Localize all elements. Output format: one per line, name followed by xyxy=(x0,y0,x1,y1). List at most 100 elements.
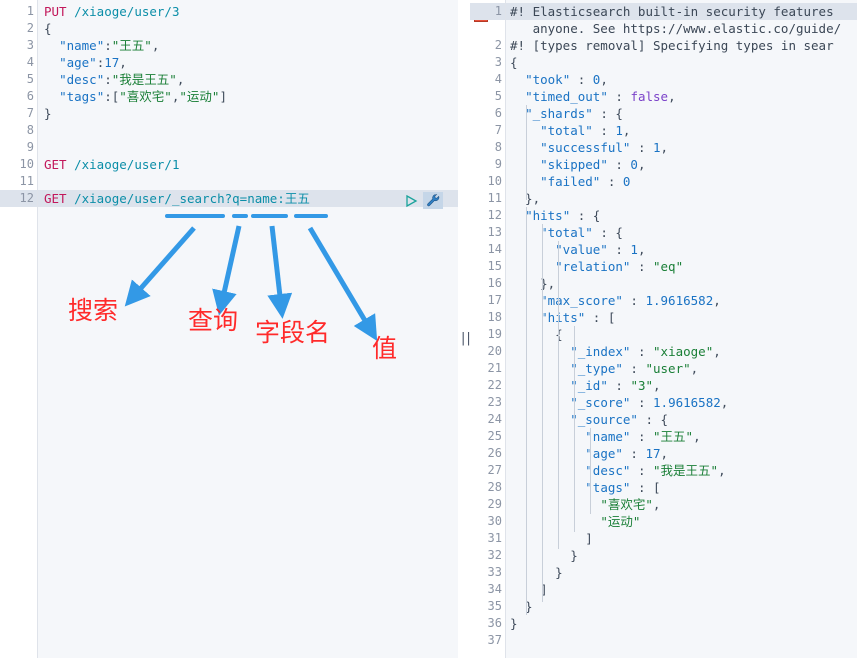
code-token: : xyxy=(607,242,631,257)
code-token: "successful" xyxy=(540,140,631,155)
code-line[interactable] xyxy=(38,173,458,190)
request-options-wrench-icon[interactable] xyxy=(423,192,443,209)
code-line[interactable] xyxy=(506,632,857,649)
code-line[interactable]: "successful" : 1, xyxy=(506,139,857,156)
line-number: 28▾ xyxy=(470,479,512,496)
code-token: "value" xyxy=(555,242,608,257)
line-number: 11▴ xyxy=(470,190,512,207)
request-code-area[interactable]: PUT /xiaoge/user/3{ "name":"王五", "age":1… xyxy=(38,0,458,658)
code-token: "运动" xyxy=(179,89,220,104)
code-token: ] xyxy=(510,531,593,546)
code-line[interactable] xyxy=(38,139,458,156)
line-number: 34▴ xyxy=(470,581,512,598)
line-number: 7▴ xyxy=(0,105,45,122)
code-token: : xyxy=(592,123,616,138)
code-line[interactable]: anyone. See https://www.elastic.co/guide… xyxy=(506,20,857,37)
code-token: { xyxy=(44,21,52,36)
response-gutter[interactable]: ✖ 123▾456▾7891011▴12▾13▾141516▴1718▾19▾2… xyxy=(470,0,512,658)
code-token: : { xyxy=(592,106,623,121)
code-line[interactable]: "total" : { xyxy=(506,224,857,241)
code-token: "喜欢宅" xyxy=(600,497,653,512)
request-gutter[interactable]: 1 2▾3 4 5 6 7▴8 9 10 11 12 xyxy=(0,0,45,658)
code-line[interactable]: "hits" : { xyxy=(506,207,857,224)
line-number: 25 xyxy=(487,429,502,443)
line-number: 10 xyxy=(19,157,34,171)
code-line[interactable]: #! Elasticsearch built-in security featu… xyxy=(506,3,857,20)
line-number: 24▾ xyxy=(470,411,512,428)
code-token: :[ xyxy=(104,89,120,104)
code-token: , xyxy=(637,242,646,257)
code-token: : xyxy=(630,344,654,359)
code-token: "_id" xyxy=(570,378,608,393)
code-token: , xyxy=(693,429,701,444)
code-token: : xyxy=(622,293,646,308)
code-line[interactable]: PUT /xiaoge/user/3 xyxy=(38,3,458,20)
line-number: 11 xyxy=(19,174,34,188)
code-line[interactable]: "desc":"我是王五", xyxy=(38,71,458,88)
code-line[interactable]: #! [types removal] Specifying types in s… xyxy=(506,37,857,54)
code-token: 1 xyxy=(653,140,661,155)
code-line[interactable]: "timed_out" : false, xyxy=(506,88,857,105)
code-line[interactable]: "age":17, xyxy=(38,54,458,71)
code-line[interactable]: } xyxy=(506,598,857,615)
line-number: 31▴ xyxy=(470,530,512,547)
code-token: : [ xyxy=(630,480,661,495)
response-code-area[interactable]: #! Elasticsearch built-in security featu… xyxy=(506,0,857,658)
code-line[interactable]: "failed" : 0 xyxy=(506,173,857,190)
indent-guide xyxy=(590,428,591,514)
code-line[interactable]: } xyxy=(506,615,857,632)
code-line[interactable]: ] xyxy=(506,581,857,598)
code-token: "desc" xyxy=(59,72,105,87)
indent-guide xyxy=(526,105,527,200)
code-token: , xyxy=(600,72,608,87)
code-line[interactable]: GET /xiaoge/user/1 xyxy=(38,156,458,173)
code-token: "我是王五" xyxy=(111,72,177,87)
line-number: 8 xyxy=(494,140,502,154)
line-number: 14 xyxy=(487,242,502,256)
code-token: "name" xyxy=(59,38,105,53)
code-token: : { xyxy=(570,208,601,223)
line-number: 4 xyxy=(494,72,502,86)
code-line[interactable]: } xyxy=(38,105,458,122)
indent-guide xyxy=(558,309,559,549)
code-token: 1.9616582 xyxy=(645,293,714,308)
code-line[interactable]: "tags":["喜欢宅","运动"] xyxy=(38,88,458,105)
code-line[interactable]: "skipped" : 0, xyxy=(506,156,857,173)
code-line[interactable]: GET /xiaoge/user/_search?q=name:王五 xyxy=(38,190,458,207)
request-line-actions[interactable] xyxy=(404,192,450,209)
code-token: 0 xyxy=(630,157,638,172)
code-line[interactable]: "took" : 0, xyxy=(506,71,857,88)
code-line[interactable]: { xyxy=(38,20,458,37)
code-token: "3" xyxy=(630,378,654,393)
code-token: "name" xyxy=(585,429,631,444)
pane-splitter[interactable]: || xyxy=(458,0,471,658)
line-number: 13▾ xyxy=(470,224,512,241)
code-line[interactable]: "_shards" : { xyxy=(506,105,857,122)
code-token: anyone. See https://www.elastic.co/guide… xyxy=(510,21,842,36)
line-number: 37 xyxy=(487,633,502,647)
code-line[interactable] xyxy=(38,122,458,139)
splitter-grip-icon[interactable]: || xyxy=(461,332,471,346)
code-line[interactable]: } xyxy=(506,547,857,564)
request-pane[interactable]: 12▾34567▴89101112 PUT /xiaoge/user/3{ "n… xyxy=(0,0,458,658)
code-line[interactable]: }, xyxy=(506,190,857,207)
code-token: /xiaoge/user/_search?q=name: xyxy=(74,191,285,206)
code-token: "max_score" xyxy=(540,293,623,308)
code-line[interactable]: "total" : 1, xyxy=(506,122,857,139)
code-line[interactable]: } xyxy=(506,564,857,581)
send-request-play-icon[interactable] xyxy=(404,194,418,208)
line-number: 19▾ xyxy=(470,326,512,343)
code-token: 1 xyxy=(630,242,638,257)
code-line[interactable]: { xyxy=(506,54,857,71)
code-line[interactable]: "name":"王五", xyxy=(38,37,458,54)
code-token: , xyxy=(622,123,631,138)
response-pane[interactable]: ✖ 123▾456▾7891011▴12▾13▾141516▴1718▾19▾2… xyxy=(470,0,857,658)
code-token: "喜欢宅" xyxy=(119,89,172,104)
line-number: 26 xyxy=(487,446,502,460)
